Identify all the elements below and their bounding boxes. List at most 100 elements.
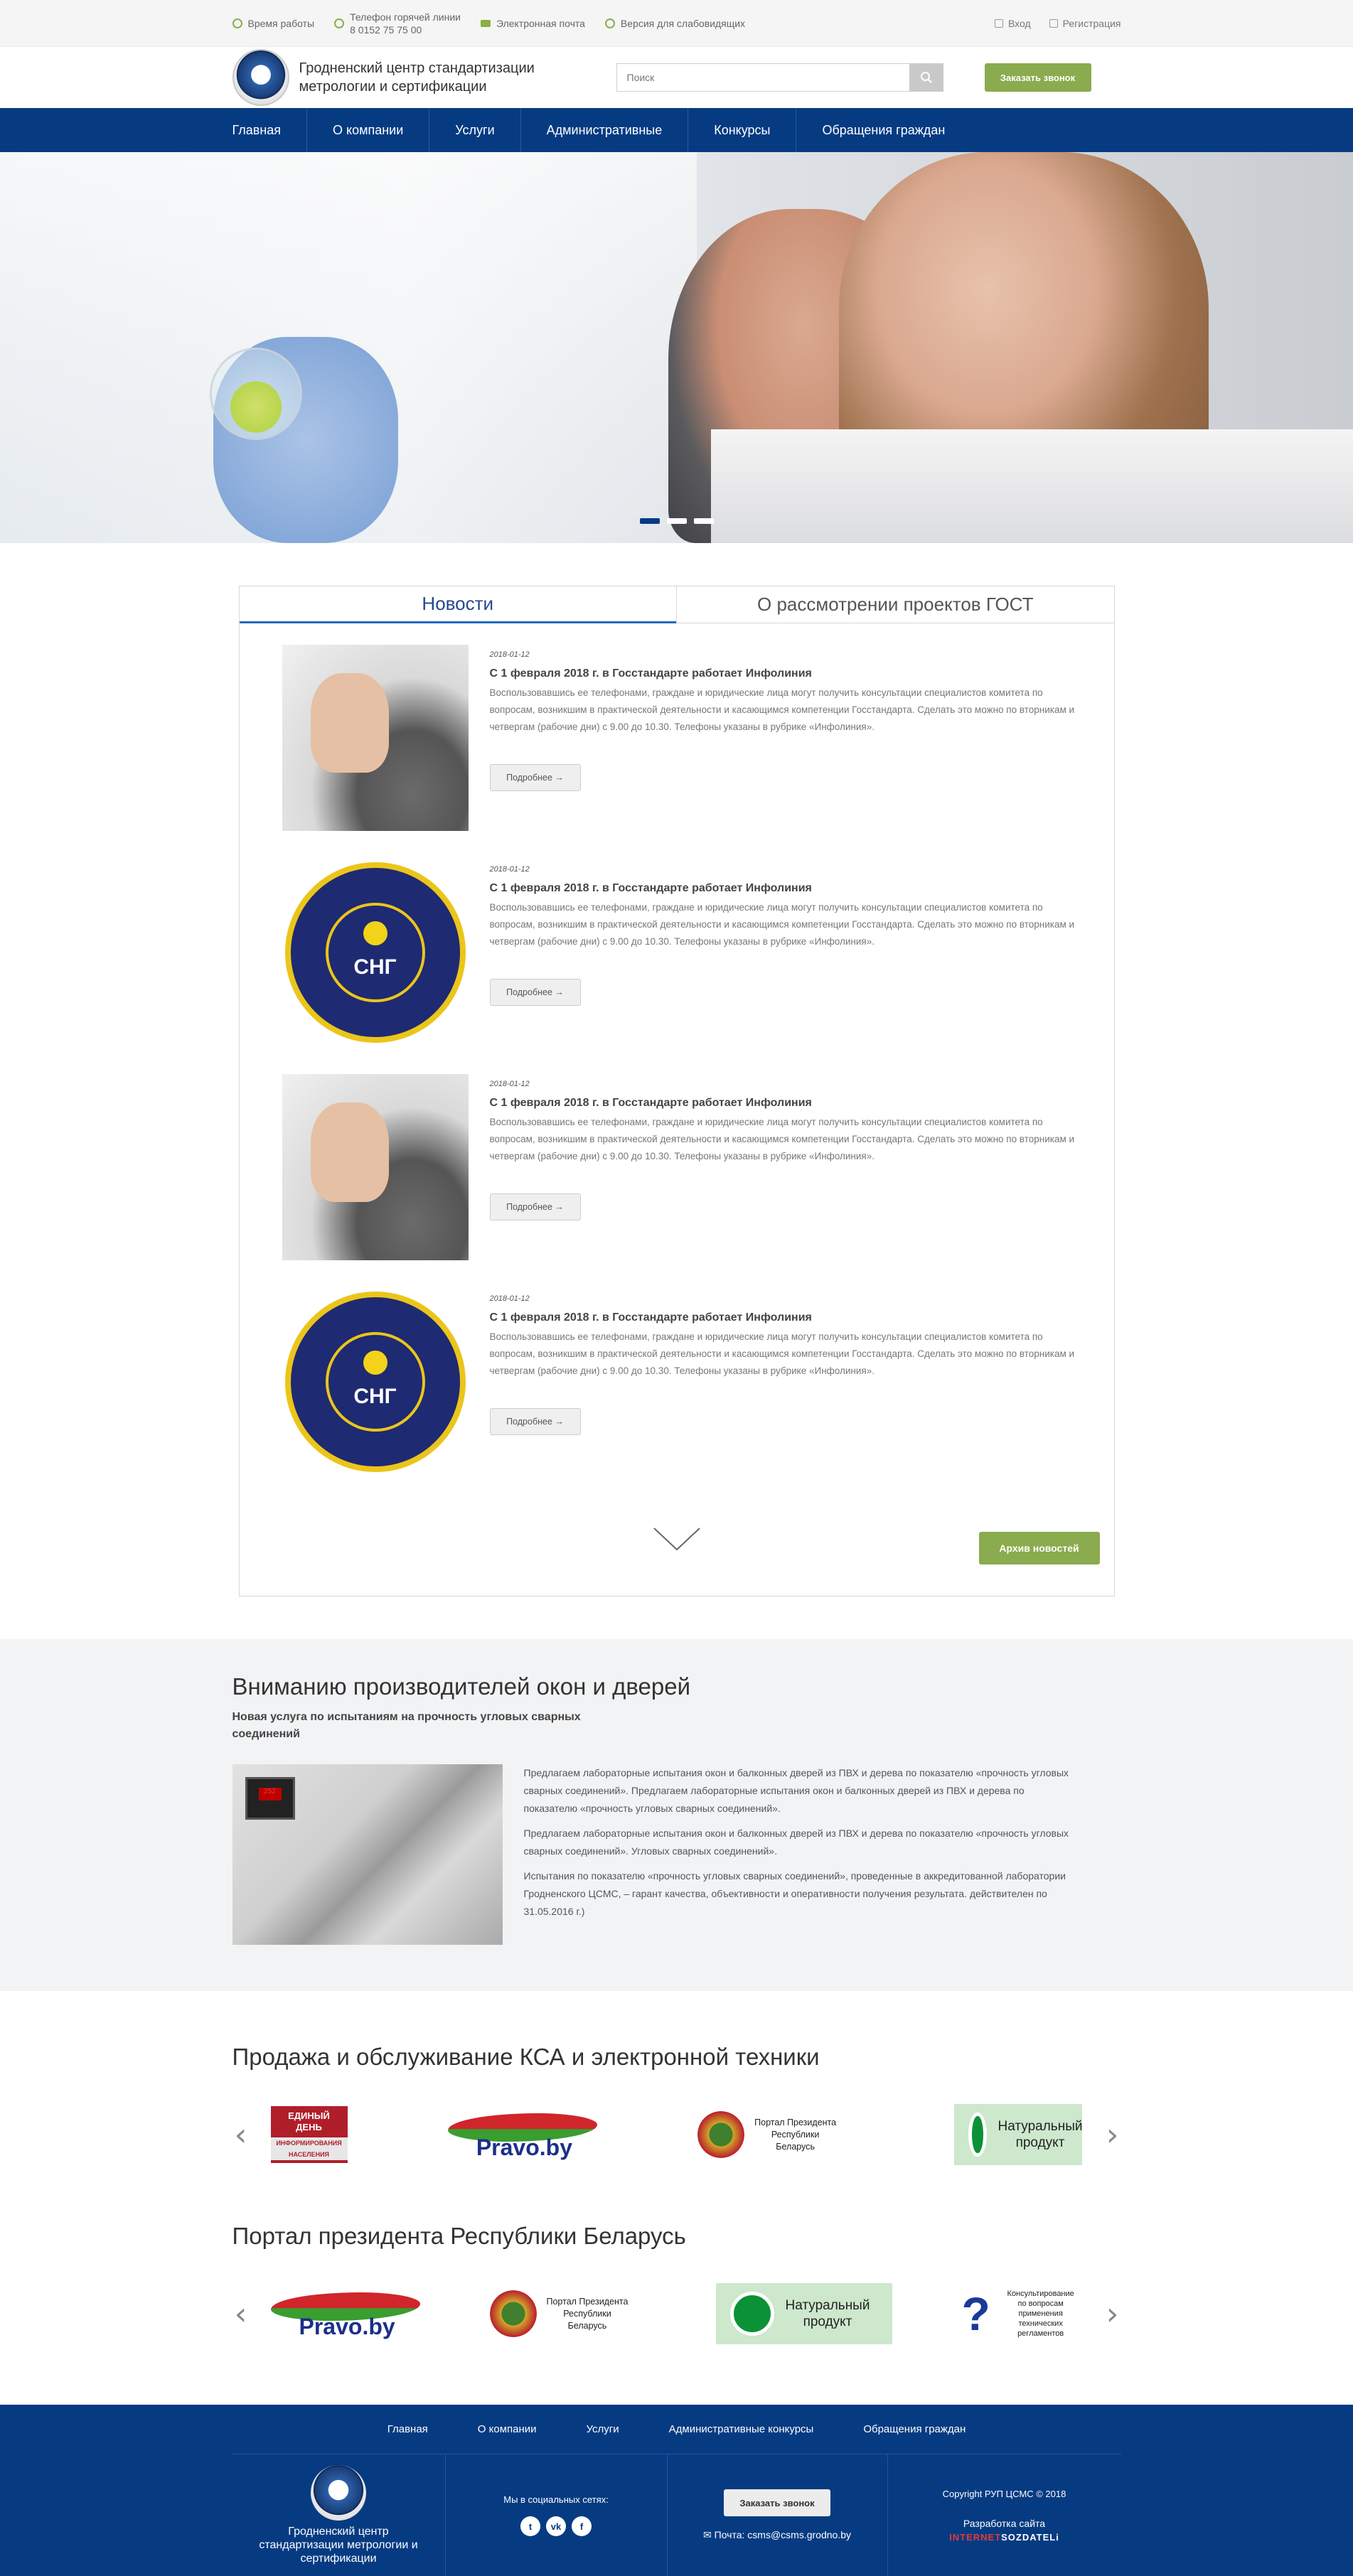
user-icon bbox=[1049, 19, 1058, 28]
developer-logo[interactable]: INTERNETSOZDATELi bbox=[949, 2532, 1059, 2543]
phone-icon bbox=[334, 18, 345, 28]
footer-email[interactable]: ✉ Почта: csms@csms.grodno.by bbox=[703, 2529, 851, 2541]
tab-gost-projects[interactable]: О рассмотрении проектов ГОСТ bbox=[676, 586, 1114, 623]
tab-news[interactable]: Новости bbox=[239, 586, 676, 623]
footer-call-button[interactable]: Заказать звонок bbox=[724, 2489, 830, 2516]
banner-pravo-by[interactable]: Pravo.by bbox=[270, 2283, 420, 2344]
windows-paragraph: Предлагаем лабораторные испытания окон и… bbox=[523, 1767, 1069, 1814]
news-box: Новости О рассмотрении проектов ГОСТ 201… bbox=[238, 586, 1115, 1596]
news-title[interactable]: С 1 февраля 2018 г. в Госстандарте работ… bbox=[490, 667, 1080, 680]
carousel-prev-arrow-icon[interactable]: ‹ bbox=[232, 2292, 250, 2335]
chevron-down-icon[interactable] bbox=[652, 1525, 702, 1553]
news-text: Воспользовавшись ее телефонами, граждане… bbox=[489, 687, 1075, 732]
twitter-icon[interactable]: t bbox=[520, 2516, 540, 2536]
news-text: Воспользовавшись ее телефонами, граждане… bbox=[489, 1117, 1075, 1161]
slider-dot-3[interactable] bbox=[694, 518, 714, 524]
slider-dot-1[interactable] bbox=[640, 518, 660, 524]
search-box bbox=[616, 63, 943, 92]
news-title[interactable]: С 1 февраля 2018 г. в Госстандарте работ… bbox=[490, 1311, 1080, 1324]
hero-slider bbox=[0, 152, 1353, 543]
question-mark-icon: ? bbox=[961, 2287, 990, 2340]
banner-natural-product[interactable]: Натуральный продукт bbox=[954, 2104, 1083, 2165]
facebook-icon[interactable]: f bbox=[572, 2516, 592, 2536]
search-input[interactable] bbox=[616, 63, 909, 92]
news-date: 2018-01-12 bbox=[489, 650, 530, 659]
register-link[interactable]: Регистрация bbox=[1049, 18, 1121, 29]
carousel-prev-arrow-icon[interactable]: ‹ bbox=[232, 2113, 250, 2156]
news-more-button[interactable]: Подробнее → bbox=[489, 764, 581, 791]
nav-item-about[interactable]: О компании bbox=[307, 108, 430, 152]
search-button[interactable] bbox=[909, 63, 943, 92]
banner-president-portal[interactable]: Портал Президента Республики Беларусь bbox=[697, 2104, 854, 2165]
news-more-button[interactable]: Подробнее → bbox=[489, 1408, 581, 1435]
org-name: Гродненский центр стандартизации метроло… bbox=[299, 60, 535, 95]
news-image-sng-medal[interactable]: СНГ bbox=[282, 1289, 469, 1475]
footer-socials: Мы в социальных сетях: t vk f bbox=[446, 2454, 668, 2576]
footer-nav-about[interactable]: О компании bbox=[478, 2423, 537, 2435]
hotline-link[interactable]: Телефон горячей линии 8 0152 75 75 00 bbox=[334, 11, 461, 36]
news-more-button[interactable]: Подробнее → bbox=[489, 1193, 581, 1220]
news-image-sng-medal[interactable]: СНГ bbox=[282, 859, 469, 1046]
login-link[interactable]: Вход bbox=[994, 18, 1031, 29]
hero-flask-image bbox=[210, 348, 302, 440]
news-image-phone-keypad[interactable] bbox=[282, 1074, 469, 1260]
site-logo[interactable]: Гродненский центр стандартизации метроло… bbox=[232, 49, 616, 106]
carousel-1-title: Продажа и обслуживание КСА и электронной… bbox=[232, 2044, 820, 2070]
carousel-next-arrow-icon[interactable]: › bbox=[1104, 2292, 1121, 2335]
call-request-button[interactable]: Заказать звонок bbox=[984, 63, 1091, 92]
email-link[interactable]: Электронная почта bbox=[480, 18, 585, 29]
sng-medal-icon: СНГ bbox=[284, 1292, 466, 1472]
banner-pravo-by[interactable]: Pravo.by bbox=[447, 2104, 597, 2165]
windows-doors-section: Вниманию производителей окон и дверей Но… bbox=[0, 1639, 1353, 1991]
banner-unified-day[interactable]: ЕДИНЫЙ ДЕНЬ ИНФОРМИРОВАНИЯ НАСЕЛЕНИЯ bbox=[270, 2104, 348, 2165]
news-item: 2018-01-12 С 1 февраля 2018 г. в Госстан… bbox=[282, 1074, 1074, 1289]
footer-nav-home[interactable]: Главная bbox=[387, 2423, 428, 2435]
windows-paragraph: Предлагаем лабораторные испытания окон и… bbox=[523, 1828, 1069, 1857]
footer-nav-appeals[interactable]: Обращения граждан bbox=[863, 2423, 966, 2435]
developer-label: Разработка сайта bbox=[963, 2517, 1046, 2529]
footer-org: Гродненский центр стандартизации метроло… bbox=[232, 2454, 446, 2576]
footer-nav-administrative[interactable]: Административные конкурсы bbox=[669, 2423, 814, 2435]
envelope-icon: ✉ bbox=[703, 2529, 715, 2540]
news-title[interactable]: С 1 февраля 2018 г. в Госстандарте работ… bbox=[490, 882, 1080, 895]
partners-carousel-1: Продажа и обслуживание КСА и электронной… bbox=[0, 1991, 1353, 2177]
carousel-next-arrow-icon[interactable]: › bbox=[1104, 2113, 1121, 2156]
slider-dots bbox=[640, 518, 714, 524]
meter-display-icon: 252 bbox=[245, 1777, 295, 1820]
banner-president-portal[interactable]: Портал Президента Республики Беларусь bbox=[489, 2283, 646, 2344]
natural-product-icon bbox=[729, 2292, 774, 2336]
windows-description: Предлагаем лабораторные испытания окон и… bbox=[524, 1764, 1079, 1945]
vk-icon[interactable]: vk bbox=[546, 2516, 566, 2536]
carousel-2-title: Портал президента Республики Беларусь bbox=[232, 2223, 686, 2249]
news-title[interactable]: С 1 февраля 2018 г. в Госстандарте работ… bbox=[490, 1097, 1080, 1110]
news-archive-button[interactable]: Архив новостей bbox=[978, 1532, 1100, 1565]
news-item: 2018-01-12 С 1 февраля 2018 г. в Госстан… bbox=[282, 645, 1074, 859]
footer-nav: Главная О компании Услуги Административн… bbox=[232, 2405, 1121, 2454]
news-item: СНГ 2018-01-12 С 1 февраля 2018 г. в Гос… bbox=[282, 1289, 1074, 1503]
partners-carousel-2: Портал президента Республики Беларусь ‹ … bbox=[0, 2177, 1353, 2356]
nav-item-home[interactable]: Главная bbox=[232, 108, 308, 152]
sng-label: СНГ bbox=[353, 1385, 397, 1408]
news-date: 2018-01-12 bbox=[489, 1080, 530, 1088]
nav-item-appeals[interactable]: Обращения граждан bbox=[796, 108, 970, 152]
work-hours-link[interactable]: Время работы bbox=[232, 18, 314, 29]
news-section: Новости О рассмотрении проектов ГОСТ 201… bbox=[0, 543, 1353, 1639]
hotline-number: 8 0152 75 75 00 bbox=[350, 24, 422, 36]
nav-item-administrative[interactable]: Административные bbox=[521, 108, 689, 152]
accessibility-link[interactable]: Версия для слабовидящих bbox=[604, 18, 745, 29]
nav-item-tenders[interactable]: Конкурсы bbox=[688, 108, 797, 152]
news-tabs: Новости О рассмотрении проектов ГОСТ bbox=[239, 586, 1114, 623]
main-nav: Главная О компании Услуги Административн… bbox=[0, 108, 1353, 152]
footer-logo-icon[interactable] bbox=[311, 2465, 366, 2521]
news-more-button[interactable]: Подробнее → bbox=[489, 979, 581, 1006]
news-item: СНГ 2018-01-12 С 1 февраля 2018 г. в Гос… bbox=[282, 859, 1074, 1074]
slider-dot-2[interactable] bbox=[667, 518, 687, 524]
banner-natural-product[interactable]: Натуральный продукт bbox=[715, 2283, 892, 2344]
news-text: Воспользовавшись ее телефонами, граждане… bbox=[489, 1331, 1075, 1376]
search-icon bbox=[920, 72, 932, 83]
belarus-emblem-icon bbox=[697, 2111, 745, 2158]
nav-item-services[interactable]: Услуги bbox=[429, 108, 521, 152]
banner-tech-regulations[interactable]: ? Консультирование по вопросам применения т… bbox=[962, 2283, 1083, 2344]
news-image-phone-keypad[interactable] bbox=[282, 645, 469, 831]
footer-nav-services[interactable]: Услуги bbox=[587, 2423, 619, 2435]
